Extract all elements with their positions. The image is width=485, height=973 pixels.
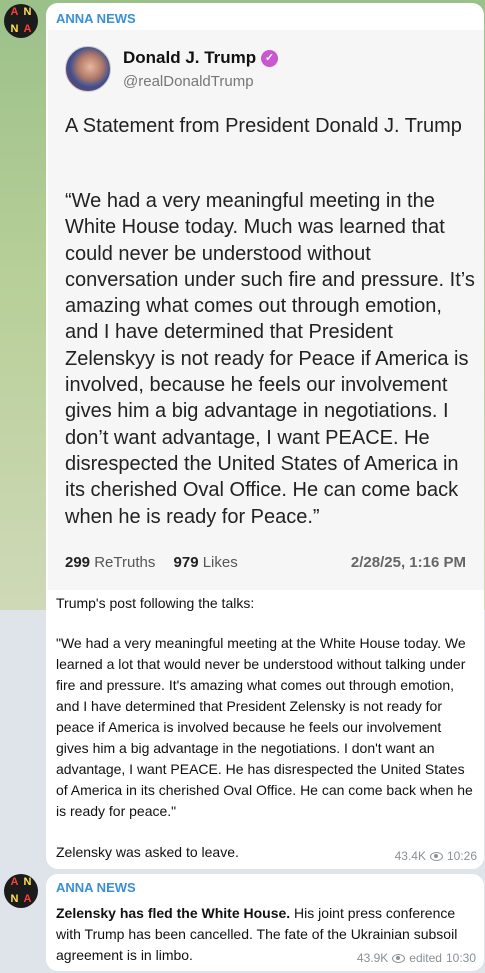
author-avatar — [65, 46, 111, 92]
author-name: Donald J. Trump — [123, 48, 257, 67]
post-date: 2/28/25, 1:16 PM — [350, 554, 466, 571]
view-count: 43.9K — [356, 951, 389, 965]
message-meta: 43.4K 10:26 — [395, 849, 477, 863]
eye-icon — [429, 851, 443, 861]
post-title: A Statement from President Donald J. Tru… — [65, 115, 462, 137]
avatar-letter: N — [23, 6, 32, 18]
avatar-letter: N — [10, 23, 19, 35]
embedded-post-image[interactable]: Donald J. Trump ✓ @realDonaldTrump A Sta… — [48, 30, 484, 590]
eye-icon — [392, 953, 406, 963]
avatar-letter: N — [10, 893, 19, 905]
verified-badge-icon: ✓ — [261, 50, 278, 67]
message-meta: 43.9K edited 10:30 — [357, 951, 476, 965]
message-bold-text: Zelensky has fled the White House. — [56, 905, 291, 921]
channel-avatar[interactable]: A N N A — [4, 874, 38, 908]
post-body: “We had a very meaningful meeting in the… — [65, 190, 475, 528]
channel-name[interactable]: ANNA NEWS — [56, 880, 136, 895]
likes-count: 979 — [173, 554, 199, 571]
caption-quote: "We had a very meaningful meeting at the… — [56, 635, 473, 819]
caption-intro: Trump's post following the talks: — [56, 595, 255, 611]
message-time: 10:30 — [445, 951, 476, 965]
message-time: 10:26 — [446, 849, 477, 863]
likes-label: Likes — [202, 554, 238, 571]
author-handle: @realDonaldTrump — [123, 73, 254, 90]
channel-avatar[interactable]: A N N A — [4, 4, 38, 38]
retruths-count: 299 — [65, 554, 91, 571]
avatar-letter: A — [10, 6, 19, 18]
avatar-letter: N — [23, 876, 32, 888]
edited-label: edited — [409, 951, 442, 965]
message-bubble[interactable]: ANNA NEWS Zelensky has fled the White Ho… — [46, 874, 484, 971]
view-count: 43.4K — [394, 849, 426, 863]
avatar-letter: A — [10, 876, 19, 888]
retruths-label: ReTruths — [94, 554, 156, 571]
channel-name[interactable]: ANNA NEWS — [56, 11, 136, 26]
post-stats: 299 ReTruths 979 Likes — [65, 554, 238, 571]
caption-outro: Zelensky was asked to leave. — [56, 844, 239, 860]
